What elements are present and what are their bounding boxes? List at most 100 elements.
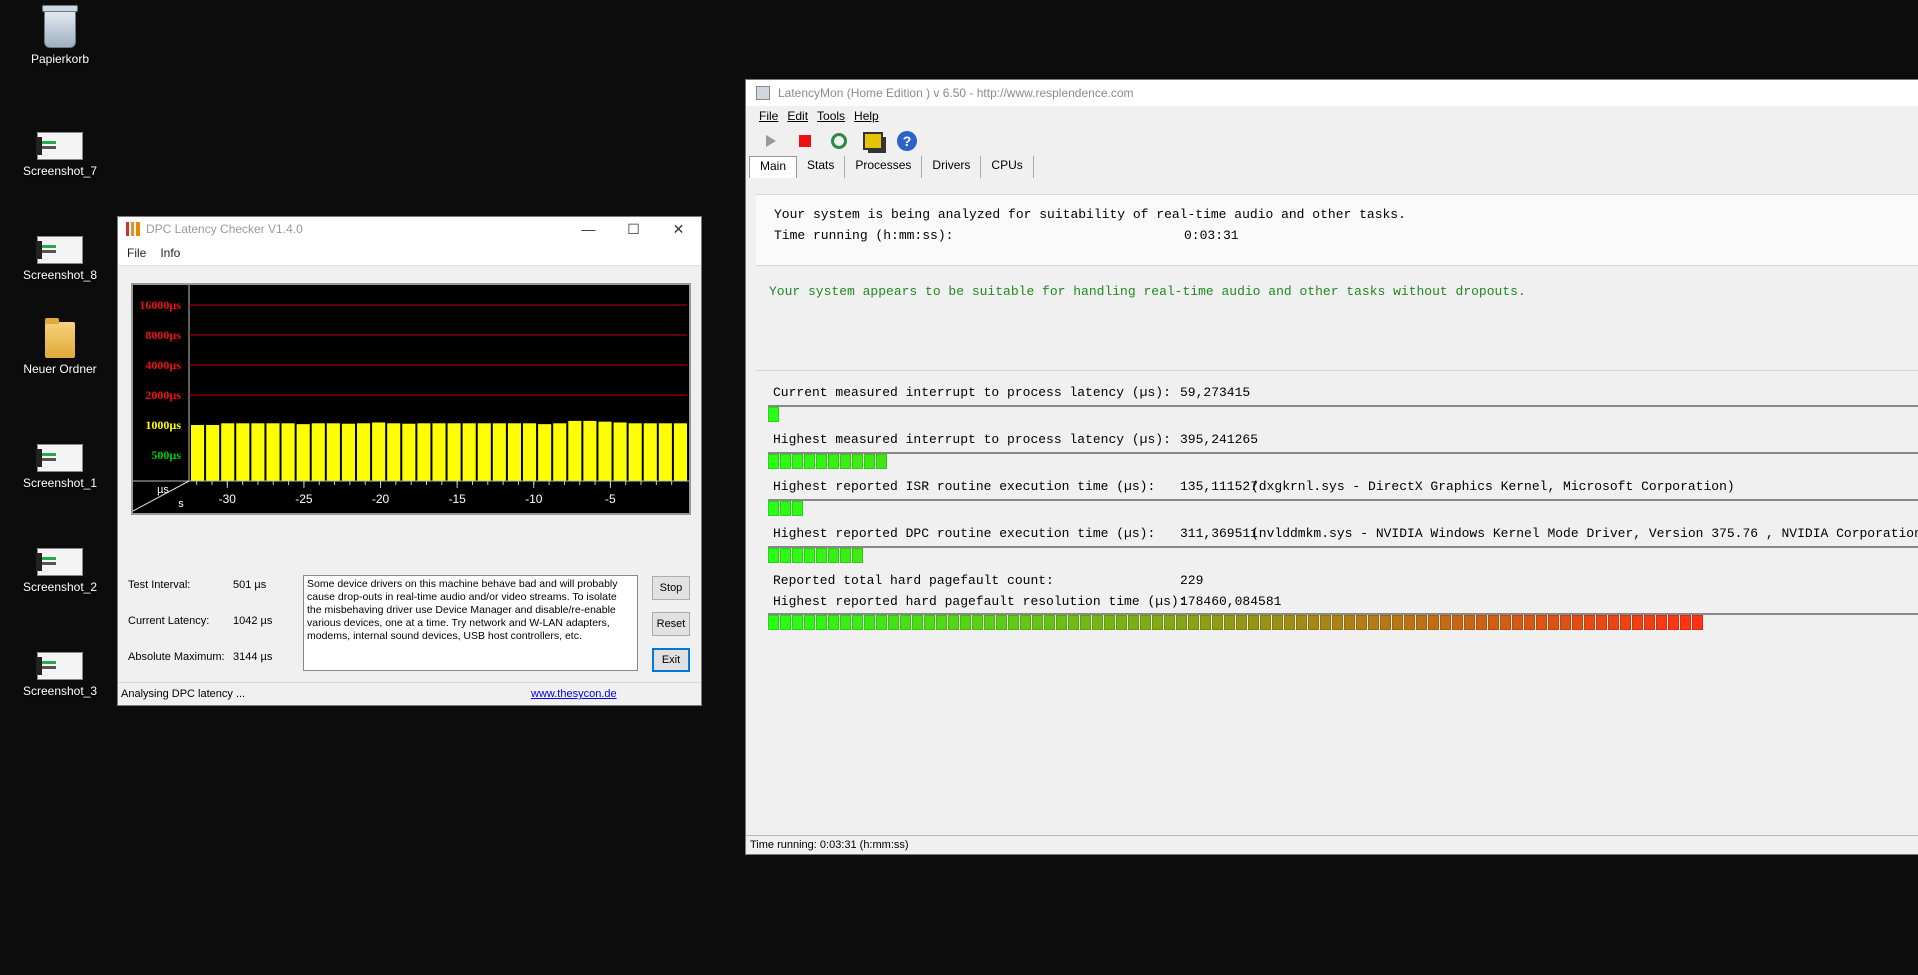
bar-segment (1128, 615, 1139, 630)
bar-segment (768, 615, 779, 630)
help-button[interactable]: ? (894, 129, 920, 153)
bar-segment (864, 615, 875, 630)
desktop-icon-screenshot-3[interactable]: Screenshot_3 (10, 642, 110, 698)
latency-bar (538, 424, 552, 481)
menu-tools[interactable]: Tools (817, 109, 845, 123)
desktop-icon-new-folder[interactable]: Neuer Ordner (10, 318, 110, 376)
tab-drivers[interactable]: Drivers (922, 156, 982, 178)
bar-segment (1692, 615, 1703, 630)
current-latency-value: 1042 µs (233, 615, 273, 627)
desktop-icon-recycle-bin[interactable]: Papierkorb (10, 5, 110, 66)
latency-bar (236, 423, 250, 481)
analysis-panel: Your system is being analyzed for suitab… (756, 194, 1918, 265)
time-running-value: 0:03:31 (1184, 228, 1239, 243)
bar-segment (780, 501, 791, 516)
dpc-message-box: Some device drivers on this machine beha… (303, 575, 638, 671)
bar-segment (852, 548, 863, 563)
bar-segment (792, 615, 803, 630)
latency-bar (583, 420, 597, 481)
bar-segment (1104, 615, 1115, 630)
bar-segment (1260, 615, 1271, 630)
latency-bar (266, 423, 280, 481)
bar-segment (804, 454, 815, 469)
y-unit-label: µs (157, 484, 169, 496)
latency-bar (568, 420, 582, 481)
desktop-icon-screenshot-2[interactable]: Screenshot_2 (10, 538, 110, 594)
bar-segment (1620, 615, 1631, 630)
minimize-icon[interactable]: — (566, 221, 611, 238)
desktop-icon-label: Screenshot_1 (22, 476, 98, 490)
bar-segment (804, 615, 815, 630)
bar-segment (1596, 615, 1607, 630)
dpc-latency-window: DPC Latency Checker V1.4.0 — ☐ ✕ File In… (117, 216, 702, 706)
thesycon-link[interactable]: www.thesycon.de (531, 688, 617, 700)
exit-button[interactable]: Exit (652, 648, 690, 672)
menu-file[interactable]: File (759, 109, 778, 123)
bar-segment (780, 615, 791, 630)
bar-segment (1440, 615, 1451, 630)
tab-stats[interactable]: Stats (797, 156, 846, 178)
y-tick-label: 500µs (151, 448, 181, 462)
bar-segment (1308, 615, 1319, 630)
bar-segment (1056, 615, 1067, 630)
bar-segment (1236, 615, 1247, 630)
stop-monitoring-button[interactable] (792, 129, 818, 153)
close-icon[interactable]: ✕ (656, 221, 701, 238)
tab-cpus[interactable]: CPUs (981, 156, 1034, 178)
reset-button[interactable]: Reset (652, 612, 690, 636)
bar-segment (1536, 615, 1547, 630)
desktop-icon-screenshot-8[interactable]: Screenshot_8 (10, 226, 110, 282)
desktop-icon-label: Papierkorb (30, 52, 90, 66)
bar-segment (1668, 615, 1679, 630)
bar-segment (1008, 615, 1019, 630)
latency-bar (326, 423, 340, 481)
bar-segment (828, 548, 839, 563)
x-tick-label: -25 (295, 492, 313, 506)
desktop-icon-screenshot-7[interactable]: Screenshot_7 (10, 122, 110, 178)
latency-bar (206, 425, 220, 481)
menu-info[interactable]: Info (160, 246, 180, 260)
y-tick-label: 4000µs (145, 358, 181, 372)
menu-file[interactable]: File (127, 246, 146, 260)
lm-tabs: Main Stats Processes Drivers CPUs (746, 156, 1918, 178)
latency-bar (673, 423, 687, 481)
latency-bar (221, 423, 235, 481)
latency-bar (477, 423, 491, 481)
bar-segment (816, 454, 827, 469)
menu-help[interactable]: Help (854, 109, 879, 123)
bar-segment (1644, 615, 1655, 630)
bar-segment (1272, 615, 1283, 630)
windows-button[interactable] (860, 129, 886, 153)
bar-segment (912, 615, 923, 630)
drivers-search-button[interactable] (826, 129, 852, 153)
desktop-icon-screenshot-1[interactable]: Screenshot_1 (10, 434, 110, 490)
latency-bar (357, 423, 371, 481)
tab-main[interactable]: Main (749, 156, 798, 178)
bar-segment (1380, 615, 1391, 630)
latency-bar (417, 423, 431, 481)
bar-segment (1080, 615, 1091, 630)
bar-segment (936, 615, 947, 630)
lm-titlebar[interactable]: LatencyMon (Home Edition ) v 6.50 - http… (746, 80, 1918, 106)
latency-bar (462, 423, 476, 481)
bar-segment (1356, 615, 1367, 630)
bar-segment (840, 454, 851, 469)
dpc-menubar: File Info (118, 241, 701, 266)
start-button[interactable] (758, 129, 784, 153)
pagefault-time-label: Highest reported hard pagefault resoluti… (773, 594, 1187, 609)
menu-edit[interactable]: Edit (787, 109, 808, 123)
bar-segment (1296, 615, 1307, 630)
bar-segment (924, 615, 935, 630)
latency-bar (643, 423, 657, 481)
bar-segment (1608, 615, 1619, 630)
current-latency-label: Current Latency: (128, 615, 210, 627)
dpc-titlebar[interactable]: DPC Latency Checker V1.4.0 — ☐ ✕ (118, 217, 701, 241)
tab-processes[interactable]: Processes (845, 156, 923, 178)
latency-bar (432, 423, 446, 481)
highest-latency-row-label: Highest measured interrupt to process la… (773, 432, 1171, 447)
maximize-icon[interactable]: ☐ (611, 221, 656, 238)
stop-button[interactable]: Stop (652, 576, 690, 600)
isr-bar (768, 499, 1918, 518)
bar-segment (1176, 615, 1187, 630)
recycle-bin-icon (42, 5, 78, 48)
